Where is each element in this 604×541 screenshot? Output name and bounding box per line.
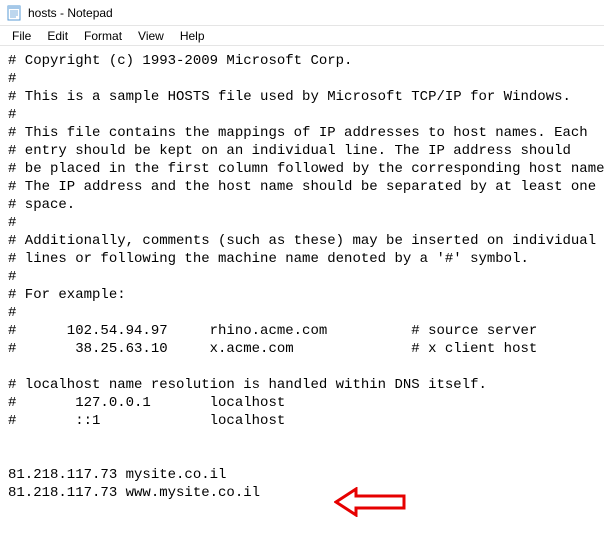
notepad-icon [6,5,22,21]
titlebar: hosts - Notepad [0,0,604,26]
editor-content: # Copyright (c) 1993-2009 Microsoft Corp… [8,53,604,501]
menu-file[interactable]: File [4,27,39,45]
menu-format[interactable]: Format [76,27,130,45]
window-title: hosts - Notepad [28,6,113,20]
text-editor[interactable]: # Copyright (c) 1993-2009 Microsoft Corp… [0,46,604,526]
menu-help[interactable]: Help [172,27,213,45]
menubar: File Edit Format View Help [0,26,604,46]
annotation-arrow-icon [300,469,380,499]
menu-edit[interactable]: Edit [39,27,76,45]
menu-view[interactable]: View [130,27,172,45]
